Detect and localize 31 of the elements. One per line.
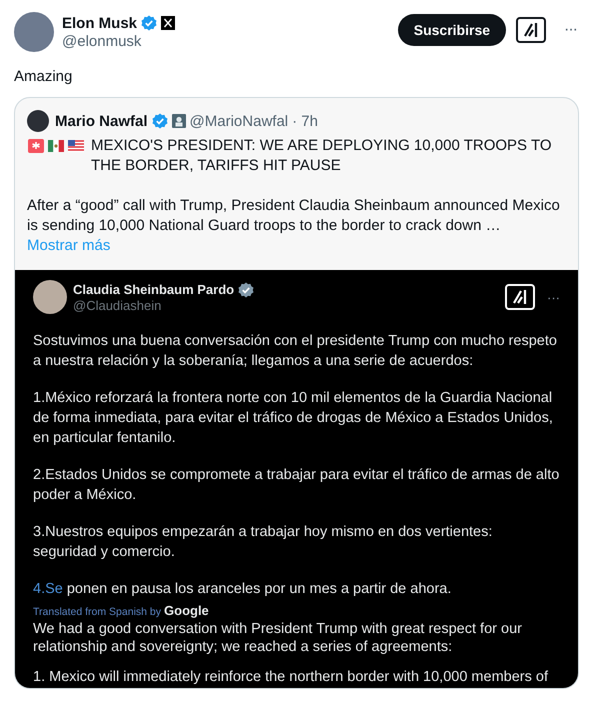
post-text: Amazing bbox=[14, 68, 74, 85]
author-handle: @MarioNawfal bbox=[190, 112, 288, 130]
paragraph: 2.Estados Unidos se compromete a trabajar para evitar el tráfico de armas de alto poder a México. bbox=[33, 466, 560, 505]
author-name[interactable]: Elon Musk bbox=[62, 14, 138, 32]
author-handle: @Claudiashein bbox=[73, 298, 162, 312]
post-text: After a “good” call with Trump, President Claudia Sheinbaum announced Mexico is sending 10,000 National Guard troops to the border to crack down … bbox=[26, 196, 561, 236]
more-options-dots: ··· bbox=[546, 290, 560, 304]
author-handle[interactable]: @elonmusk bbox=[62, 32, 390, 50]
paragraph: We had a good conversation with President Trump with great respect for our relationship and sovereignty; we reached a series of agreements: bbox=[33, 620, 523, 656]
mexico-flag-icon bbox=[47, 138, 65, 154]
link[interactable]: 4.Se bbox=[33, 581, 63, 597]
author-name: Claudia Sheinbaum Pardo bbox=[73, 282, 234, 297]
paragraph: 1. Mexico will immediately reinforce the northern border with 10,000 members of bbox=[33, 668, 549, 686]
paragraph: 1.México reforzará la frontera norte con 10 mil elementos de la Guardia Nacional de forma inmediata, para evitar el tráfico de drogas de México a Estados Unidos, en particular fentanilo. bbox=[33, 389, 554, 448]
post-time: · 7h bbox=[292, 112, 318, 130]
author-name: Mario Nawfal bbox=[55, 112, 148, 130]
avatar bbox=[33, 280, 67, 314]
quoted-post-card[interactable] bbox=[14, 97, 579, 689]
us-flag-icon bbox=[67, 138, 85, 154]
grok-icon[interactable] bbox=[516, 17, 546, 43]
subscribe-button[interactable]: Suscribirse bbox=[398, 14, 506, 46]
avatar[interactable] bbox=[27, 110, 49, 132]
paragraph: 3.Nuestros equipos empezarán a trabajar hoy mismo en dos vertientes: seguridad y comercio. bbox=[33, 523, 494, 562]
siren-icon bbox=[27, 138, 45, 154]
translator-logo: Google bbox=[164, 603, 209, 618]
translation-credit: Translated from Spanish by bbox=[33, 606, 162, 618]
paragraph: Sostuvimos una buena conversación con el presidente Trump con mucho respeto a nuestra relación y la soberanía; llegamos a una serie de acuerdos: bbox=[33, 332, 558, 371]
post-headline: MEXICO'S PRESIDENT: WE ARE DEPLOYING 10,000 TROOPS TO THE BORDER, TARIFFS HIT PAUSE bbox=[91, 136, 553, 176]
grok-icon bbox=[505, 284, 535, 310]
more-options-dots[interactable]: ··· bbox=[554, 21, 579, 39]
paragraph: 4.Se ponen en pausa los aranceles por un mes a partir de ahora. bbox=[33, 580, 452, 599]
